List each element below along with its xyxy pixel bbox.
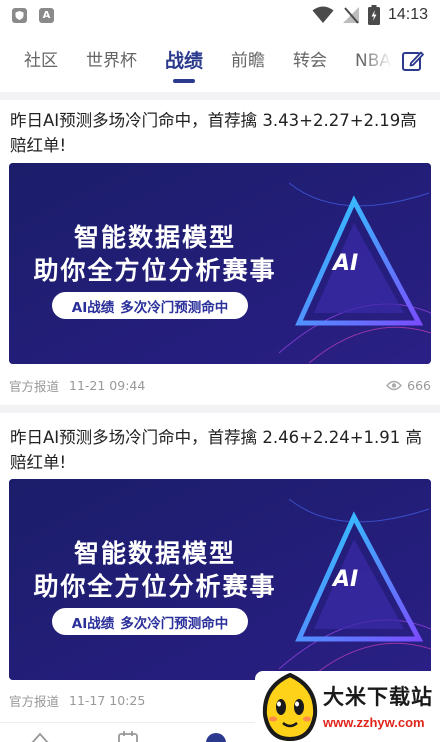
watermark-url: www.zzhyw.com [323,715,425,730]
article-title[interactable]: 昨日AI预测多场冷门命中，首荐擒 3.43+2.27+2.19高赔红单! [10,108,430,158]
shield-icon [12,7,27,23]
banner-subheadline: 助你全方位分析赛事 [33,572,277,601]
banner-tag-a: AI战绩 [71,615,115,632]
watermark-title: 大米下载站 [323,685,433,709]
banner-headline: 智能数据模型 [73,223,236,252]
ai-logo: AI [333,567,359,592]
wifi-icon [312,6,334,23]
banner-tag: AI战绩 多次冷门预测命中 [52,292,248,319]
banner-tag-a: AI战绩 [71,299,115,316]
home-icon[interactable] [30,731,50,742]
divider [0,92,440,100]
article-time: 11-17 10:25 [69,693,146,708]
article-banner-image[interactable]: 智能数据模型 助你全方位分析赛事 AI战绩 多次冷门预测命中 AI [9,163,431,364]
tabs-fade [362,38,392,84]
edit-tabs-button[interactable] [398,46,428,76]
tab-records[interactable]: 战绩 [165,41,203,81]
article-meta: 官方报道 11-21 09:44 666 [9,376,431,395]
tab-transfer[interactable]: 转会 [293,41,327,81]
ai-logo: AI [333,251,359,276]
divider [0,405,440,413]
a-letter-icon: A [39,7,54,23]
banner-tag: AI战绩 多次冷门预测命中 [52,608,248,635]
tab-community[interactable]: 社区 [24,41,58,81]
edit-icon [402,51,424,71]
status-bar: A 14:13 [0,0,440,30]
category-tabs: 社区 世界杯 战绩 前瞻 转会 NBA [0,38,440,84]
ai-tab-icon[interactable] [204,731,228,742]
eye-icon [386,380,403,391]
watermark-logo [262,673,318,741]
watermark: 大米下载站 www.zzhyw.com [255,671,440,742]
tab-preview[interactable]: 前瞻 [231,41,265,81]
calendar-icon[interactable] [117,731,139,742]
article-source: 官方报道 [9,694,60,709]
banner-subheadline: 助你全方位分析赛事 [33,256,277,285]
article-time: 11-21 09:44 [69,378,146,393]
article-title[interactable]: 昨日AI预测多场冷门命中，首荐擒 2.46+2.24+1.91 高赔红单! [10,425,430,475]
banner-tag-b: 多次冷门预测命中 [120,299,229,316]
view-count: 666 [386,378,431,393]
banner-tag-b: 多次冷门预测命中 [120,615,229,632]
tab-world-cup[interactable]: 世界杯 [86,41,137,81]
view-count-value: 666 [407,378,431,393]
status-time: 14:13 [387,6,428,23]
banner-headline: 智能数据模型 [73,539,236,568]
battery-icon [367,5,380,25]
no-signal-icon [342,7,359,24]
article-source: 官方报道 [9,379,60,394]
article-card[interactable]: 昨日AI预测多场冷门命中，首荐擒 3.43+2.27+2.19高赔红单! 智能数… [0,100,440,405]
article-banner-image[interactable]: 智能数据模型 助你全方位分析赛事 AI战绩 多次冷门预测命中 AI [9,479,431,680]
